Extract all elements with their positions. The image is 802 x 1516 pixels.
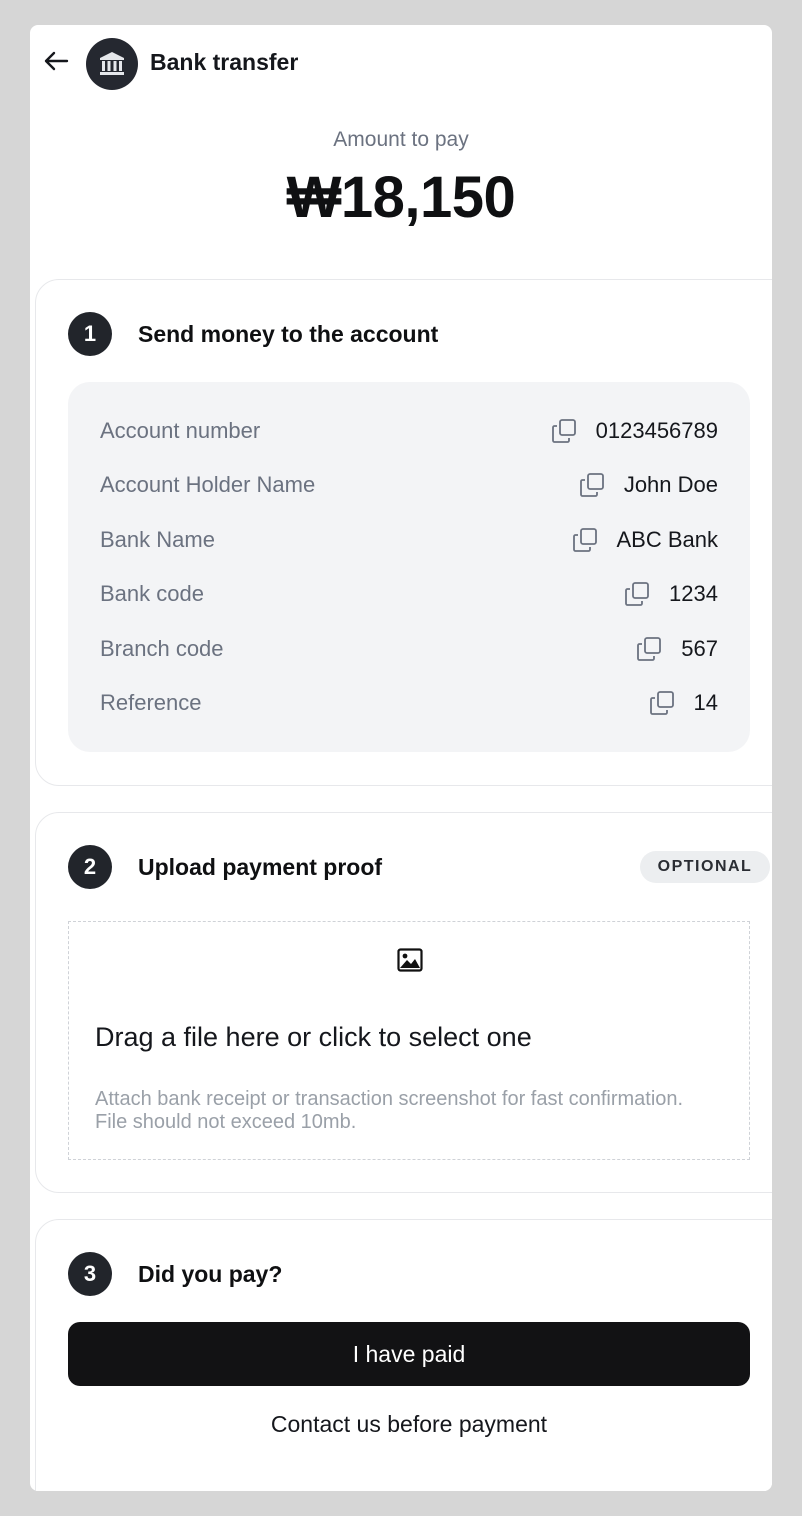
step-send-money-card: 1 Send money to the account Account numb… <box>35 279 772 786</box>
bank-icon <box>100 52 124 75</box>
detail-label: Reference <box>100 690 202 715</box>
copy-icon <box>551 419 576 443</box>
detail-label: Account number <box>100 418 261 443</box>
i-have-paid-button[interactable]: I have paid <box>68 1322 750 1386</box>
detail-row-bank-name: Bank Name ABC Bank <box>100 525 718 555</box>
detail-row-account-number: Account number 0123456789 <box>100 416 718 446</box>
copy-reference-button[interactable] <box>648 689 676 717</box>
copy-account-number-button[interactable] <box>550 417 578 445</box>
detail-value: John Doe <box>623 472 718 497</box>
contact-us-link[interactable]: Contact us before payment <box>68 1411 750 1438</box>
detail-label: Branch code <box>100 636 224 661</box>
step-number: 1 <box>68 312 112 356</box>
detail-row-reference: Reference 14 <box>100 688 718 718</box>
copy-icon <box>572 528 597 552</box>
detail-label: Account Holder Name <box>100 472 316 497</box>
detail-row-branch-code: Branch code 567 <box>100 634 718 664</box>
detail-value: 14 <box>693 690 718 715</box>
detail-label: Bank code <box>100 581 204 606</box>
copy-icon <box>625 582 649 606</box>
header: Bank transfer <box>30 25 772 101</box>
account-details: Account number 0123456789 Account Holder… <box>68 382 750 752</box>
optional-badge: OPTIONAL <box>640 851 770 883</box>
copy-branch-code-button[interactable] <box>635 635 663 663</box>
detail-row-bank-code: Bank code 1234 <box>100 579 718 609</box>
copy-account-holder-button[interactable] <box>578 471 606 499</box>
detail-value: ABC Bank <box>616 527 719 552</box>
copy-bank-code-button[interactable] <box>623 580 651 608</box>
step-number: 2 <box>68 845 112 889</box>
detail-row-account-holder: Account Holder Name John Doe <box>100 470 718 500</box>
copy-icon <box>579 473 604 497</box>
step-number: 3 <box>68 1252 112 1296</box>
detail-value: 0123456789 <box>595 418 718 443</box>
detail-value: 567 <box>681 636 718 661</box>
amount-label: Amount to pay <box>333 128 469 151</box>
copy-bank-name-button[interactable] <box>571 526 599 554</box>
step-title: Upload payment proof <box>138 854 383 880</box>
copy-icon <box>637 637 662 661</box>
bank-avatar <box>86 38 138 90</box>
image-icon <box>397 948 423 972</box>
detail-label: Bank Name <box>100 527 215 552</box>
arrow-left-icon <box>44 51 69 71</box>
step-did-you-pay-card: 3 Did you pay? I have paid Contact us be… <box>35 1219 772 1491</box>
step-title: Send money to the account <box>138 321 439 347</box>
page-title: Bank transfer <box>150 49 299 75</box>
payment-panel: Bank transfer Amount to pay ₩18,150 1 Se… <box>30 25 772 1491</box>
step-title: Did you pay? <box>138 1261 283 1287</box>
step-upload-proof-card: 2 Upload payment proof OPTIONAL Drag a f… <box>35 812 772 1193</box>
copy-icon <box>649 691 674 715</box>
dropzone-title: Drag a file here or click to select one <box>95 1022 532 1052</box>
amount-value: ₩18,150 <box>286 165 516 230</box>
file-dropzone[interactable]: Drag a file here or click to select one … <box>68 921 750 1160</box>
dropzone-hint: Attach bank receipt or transaction scree… <box>95 1088 684 1133</box>
detail-value: 1234 <box>669 581 718 606</box>
back-button[interactable] <box>40 45 72 77</box>
